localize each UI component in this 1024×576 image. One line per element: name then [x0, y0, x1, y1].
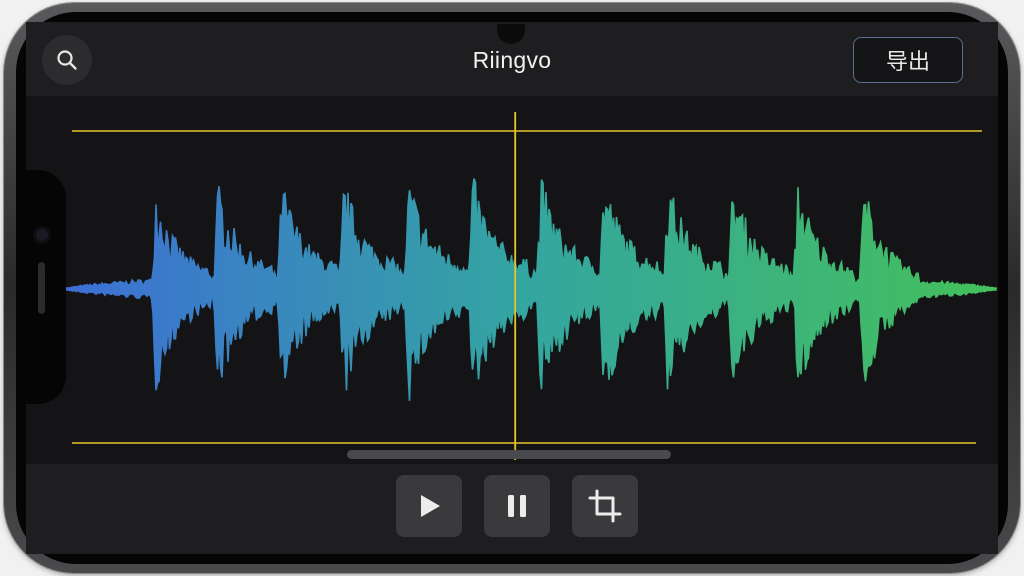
earpiece-speaker [38, 262, 45, 314]
export-button[interactable]: 导出 [853, 37, 963, 83]
timeline-scrollbar[interactable] [347, 450, 671, 459]
app-title: Riingvo [472, 47, 552, 73]
front-camera [33, 226, 51, 244]
audio-waveform [65, 178, 997, 401]
pause-button[interactable] [484, 475, 550, 537]
play-icon [421, 495, 440, 517]
search-icon [57, 50, 77, 70]
page: Riingvo 导出 [0, 0, 1024, 576]
search-button[interactable] [42, 35, 92, 85]
waveform-editor[interactable] [26, 96, 998, 464]
pause-icon [508, 495, 526, 517]
play-button[interactable] [396, 475, 462, 537]
crop-button[interactable] [572, 475, 638, 537]
crop-icon [588, 489, 622, 523]
waveform-svg [65, 112, 997, 460]
